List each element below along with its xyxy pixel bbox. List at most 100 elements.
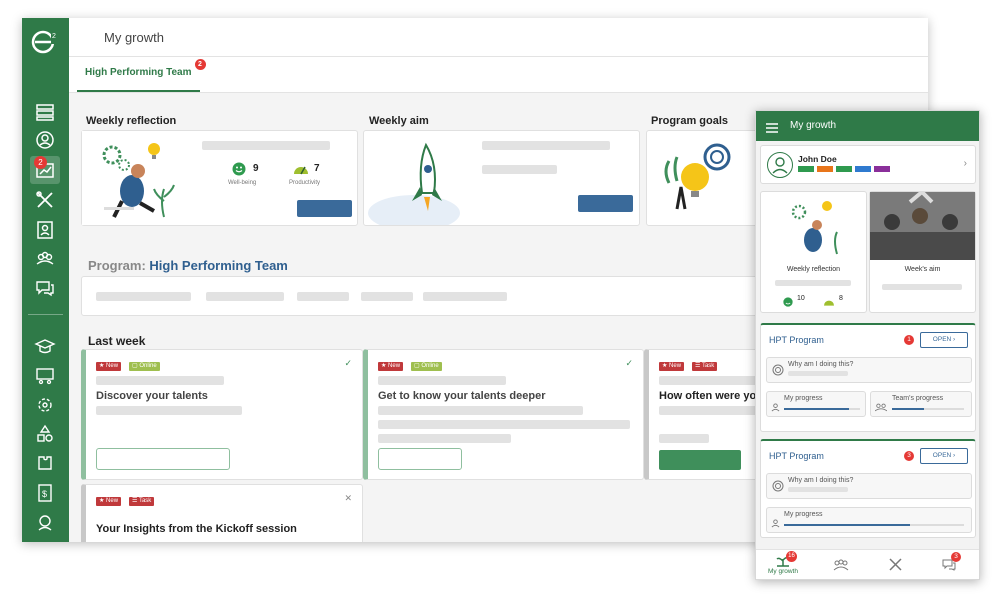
- nav-badge: 2: [34, 156, 47, 169]
- why-label: Why am I doing this?: [788, 361, 854, 368]
- presentation-icon[interactable]: [33, 364, 57, 388]
- why-label: Why am I doing this?: [788, 477, 854, 484]
- skeleton-line: [788, 371, 848, 376]
- wellbeing-label: Well-being: [228, 180, 257, 186]
- mobile-weekly-reflection-card[interactable]: Weekly reflection 10 8: [760, 191, 867, 313]
- user-card[interactable]: John Doe ›: [760, 145, 976, 184]
- support-icon[interactable]: [33, 510, 57, 534]
- profile-icon[interactable]: [33, 128, 57, 152]
- page-title: My growth: [104, 30, 164, 45]
- skeleton-line: [482, 165, 557, 174]
- why-row[interactable]: Why am I doing this?: [766, 357, 972, 383]
- open-button[interactable]: OPEN ›: [920, 448, 968, 464]
- dashboard-icon[interactable]: [33, 100, 57, 124]
- skeleton-line: [659, 376, 769, 385]
- new-tag: ★ New: [378, 362, 404, 371]
- contact-card-icon[interactable]: [33, 218, 57, 242]
- goals-illustration: [647, 131, 755, 225]
- program-heading: Program: High Performing Team: [88, 258, 288, 273]
- nav-growth-label[interactable]: My growth: [768, 568, 798, 575]
- nav-team-icon[interactable]: [833, 558, 849, 576]
- skeleton-line: [206, 292, 284, 301]
- skeleton-line: [297, 292, 349, 301]
- card-title: How often were yo: [659, 390, 757, 402]
- my-progress-bar: [784, 408, 860, 410]
- wellbeing-icon: [232, 162, 246, 181]
- my-progress-row[interactable]: My progress: [766, 507, 972, 533]
- skeleton-line: [202, 141, 330, 150]
- reflection-action-button[interactable]: [297, 200, 352, 217]
- new-tag: ★ New: [96, 497, 122, 506]
- why-row[interactable]: Why am I doing this?: [766, 473, 972, 499]
- skeleton-line: [96, 292, 191, 301]
- chat-icon[interactable]: [33, 276, 57, 300]
- wellbeing-value: 9: [253, 163, 259, 174]
- shapes-icon[interactable]: [33, 422, 57, 446]
- logo-icon: 2: [30, 26, 63, 56]
- menu-icon[interactable]: [766, 120, 778, 138]
- check-icon: ✓: [625, 358, 633, 368]
- user-color-segment: [855, 166, 871, 172]
- svg-text:2: 2: [52, 33, 56, 40]
- program-badge: 3: [904, 451, 914, 461]
- new-tag: ★ New: [659, 362, 685, 371]
- graduation-icon[interactable]: [33, 334, 57, 358]
- user-color-segment: [817, 166, 833, 172]
- user-color-segment: [836, 166, 852, 172]
- aim-action-button[interactable]: [578, 195, 633, 212]
- wellbeing-icon: [783, 294, 793, 312]
- aim-label: Week's aim: [904, 266, 941, 273]
- program-goals-heading: Program goals: [651, 115, 729, 127]
- productivity-icon: [293, 162, 309, 181]
- settings-group-icon[interactable]: [33, 393, 57, 417]
- skeleton-line: [788, 487, 848, 492]
- top-bar: My growth: [69, 18, 928, 57]
- nav-tools-icon[interactable]: [889, 558, 902, 576]
- skeleton-line: [96, 406, 242, 415]
- mobile-weekly-aim-card[interactable]: Week's aim: [869, 189, 976, 313]
- tab-high-performing-team[interactable]: High Performing Team 2: [77, 57, 206, 92]
- card-title: Discover your talents: [96, 390, 208, 402]
- user-color-segment: [874, 166, 890, 172]
- card-title: Your Insights from the Kickoff session: [96, 523, 297, 535]
- check-icon: ✓: [344, 358, 352, 368]
- mobile-title: My growth: [790, 120, 837, 131]
- task-card-talents-deeper[interactable]: ★ New ▢ Online ✓ Get to know your talent…: [363, 349, 644, 480]
- task-card-discover-talents[interactable]: ★ New ▢ Online ✓ Discover your talents: [81, 349, 363, 480]
- skeleton-line: [378, 420, 630, 429]
- mobile-program-card-2[interactable]: HPT Program 3 OPEN › Why am I doing this…: [760, 439, 976, 538]
- close-icon[interactable]: ✕: [344, 493, 352, 504]
- team-photo: [870, 189, 975, 260]
- finance-icon[interactable]: $: [33, 481, 57, 505]
- skeleton-line: [378, 406, 583, 415]
- mobile-program-card-1[interactable]: HPT Program 1 OPEN › Why am I doing this…: [760, 323, 976, 432]
- card-action-button[interactable]: [96, 448, 230, 470]
- open-button[interactable]: OPEN ›: [920, 332, 968, 348]
- card-action-button[interactable]: [659, 450, 741, 470]
- rocket-illustration: [364, 131, 472, 231]
- reflection-label: Weekly reflection: [786, 266, 841, 273]
- my-progress-label: My progress: [784, 395, 823, 402]
- weekly-reflection-card[interactable]: 9 Well-being 7 Productivity: [81, 130, 358, 226]
- my-progress-label: My progress: [784, 511, 823, 518]
- productivity-value: 7: [314, 163, 320, 174]
- weekly-aim-card[interactable]: [363, 130, 640, 231]
- team-progress-row[interactable]: Team's progress: [870, 391, 972, 417]
- program-badge: 1: [904, 335, 914, 345]
- puzzle-icon[interactable]: [33, 451, 57, 475]
- program-title: HPT Program: [769, 335, 824, 345]
- skeleton-line: [775, 280, 851, 286]
- program-name: High Performing Team: [149, 258, 288, 273]
- tools-icon[interactable]: [33, 188, 57, 212]
- nav-chat-badge: 3: [951, 552, 961, 562]
- card-action-button[interactable]: [378, 448, 462, 470]
- skeleton-line: [882, 284, 962, 290]
- team-icon[interactable]: [33, 247, 57, 271]
- skeleton-line: [378, 376, 506, 385]
- my-progress-row[interactable]: My progress: [766, 391, 866, 417]
- task-tag: ☰ Task: [692, 362, 718, 371]
- task-card-kickoff-insights[interactable]: ★ New ☰ Task ✕ Your Insights from the Ki…: [81, 484, 363, 542]
- weekly-aim-heading: Weekly aim: [369, 115, 429, 127]
- user-name: John Doe: [798, 154, 837, 164]
- last-week-heading: Last week: [88, 334, 146, 348]
